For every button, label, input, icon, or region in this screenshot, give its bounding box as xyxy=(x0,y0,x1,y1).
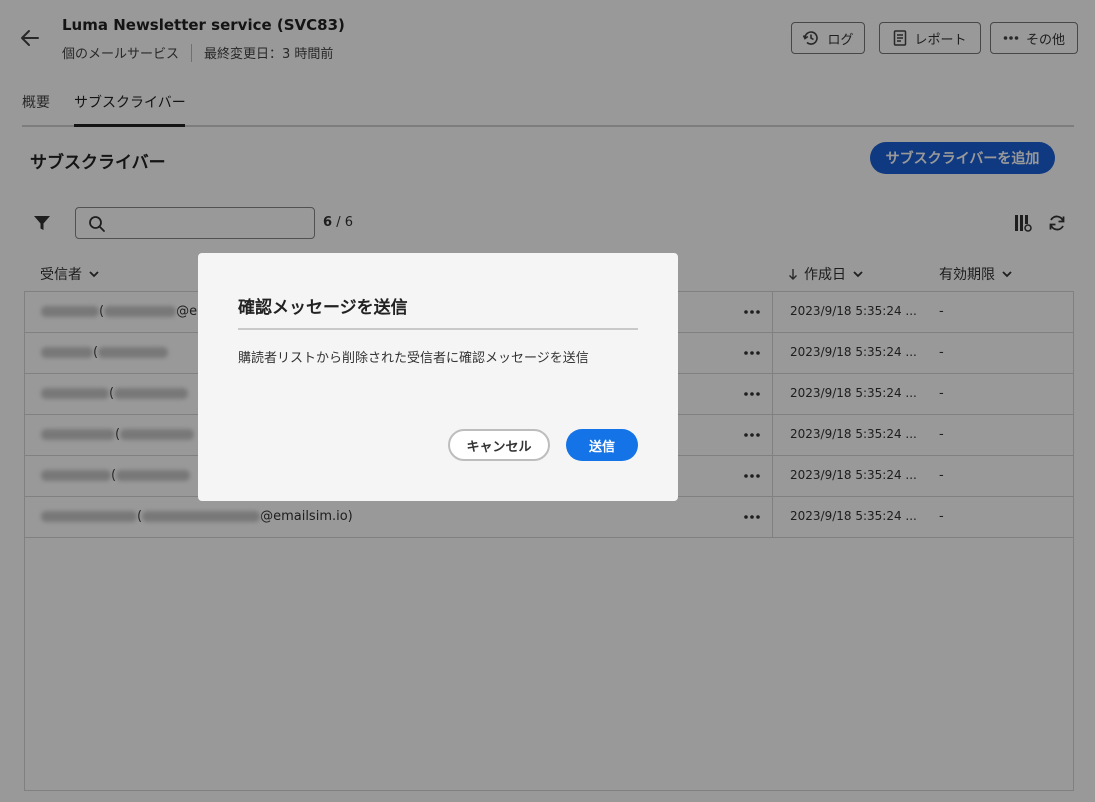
send-button[interactable]: 送信 xyxy=(566,429,638,461)
confirm-message-dialog: 確認メッセージを送信 購読者リストから削除された受信者に確認メッセージを送信 キ… xyxy=(198,253,678,501)
dialog-divider xyxy=(238,328,638,330)
page: Luma Newsletter service (SVC83) 個のメールサービ… xyxy=(0,0,1095,802)
cancel-button[interactable]: キャンセル xyxy=(448,429,550,461)
dialog-title: 確認メッセージを送信 xyxy=(238,298,408,318)
dialog-body: 購読者リストから削除された受信者に確認メッセージを送信 xyxy=(238,351,589,366)
